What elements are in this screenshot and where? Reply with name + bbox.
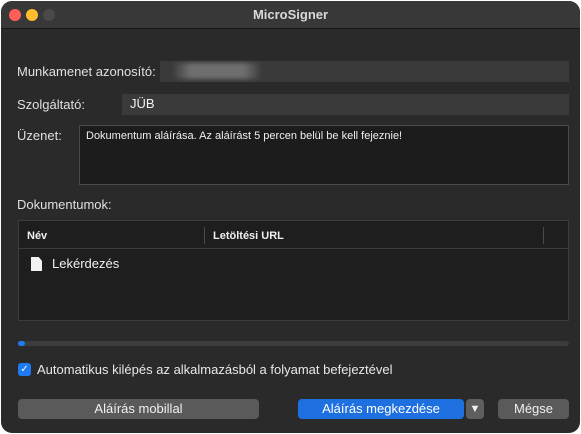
- auto-exit-label[interactable]: Automatikus kilépés az alkalmazásból a f…: [37, 362, 393, 377]
- redacted-session-id: [172, 63, 262, 79]
- window-title: MicroSigner: [252, 7, 329, 22]
- document-icon: [31, 257, 42, 271]
- column-separator[interactable]: [204, 227, 205, 244]
- titlebar[interactable]: MicroSigner: [1, 1, 580, 29]
- microsigner-window: MicroSigner Munkamenet azonosító: Szolgá…: [1, 1, 580, 433]
- session-id-label: Munkamenet azonosító:: [17, 64, 156, 79]
- documents-table[interactable]: Név Letöltési URL Lekérdezés: [18, 220, 569, 321]
- table-row[interactable]: Lekérdezés: [19, 254, 568, 276]
- documents-table-header: Név Letöltési URL: [19, 221, 568, 249]
- auto-exit-checkbox[interactable]: ✓: [18, 363, 31, 376]
- column-separator[interactable]: [543, 227, 544, 244]
- provider-field[interactable]: JÜB: [122, 94, 569, 115]
- chevron-down-icon[interactable]: ▼: [466, 399, 484, 419]
- start-signing-button[interactable]: Aláírás megkezdése: [298, 399, 464, 419]
- progress-bar-fill: [18, 341, 25, 346]
- cancel-button[interactable]: Mégse: [498, 399, 569, 419]
- column-header-name[interactable]: Név: [27, 230, 47, 242]
- provider-label: Szolgáltató:: [17, 97, 85, 112]
- document-name: Lekérdezés: [52, 256, 120, 271]
- message-field[interactable]: Dokumentum aláírása. Az aláírást 5 perce…: [79, 125, 569, 185]
- documents-label: Dokumentumok:: [17, 197, 112, 212]
- column-header-url[interactable]: Letöltési URL: [213, 230, 284, 242]
- sign-with-mobile-button[interactable]: Aláírás mobillal: [18, 399, 259, 419]
- message-label: Üzenet:: [17, 128, 62, 143]
- progress-bar: [18, 341, 569, 346]
